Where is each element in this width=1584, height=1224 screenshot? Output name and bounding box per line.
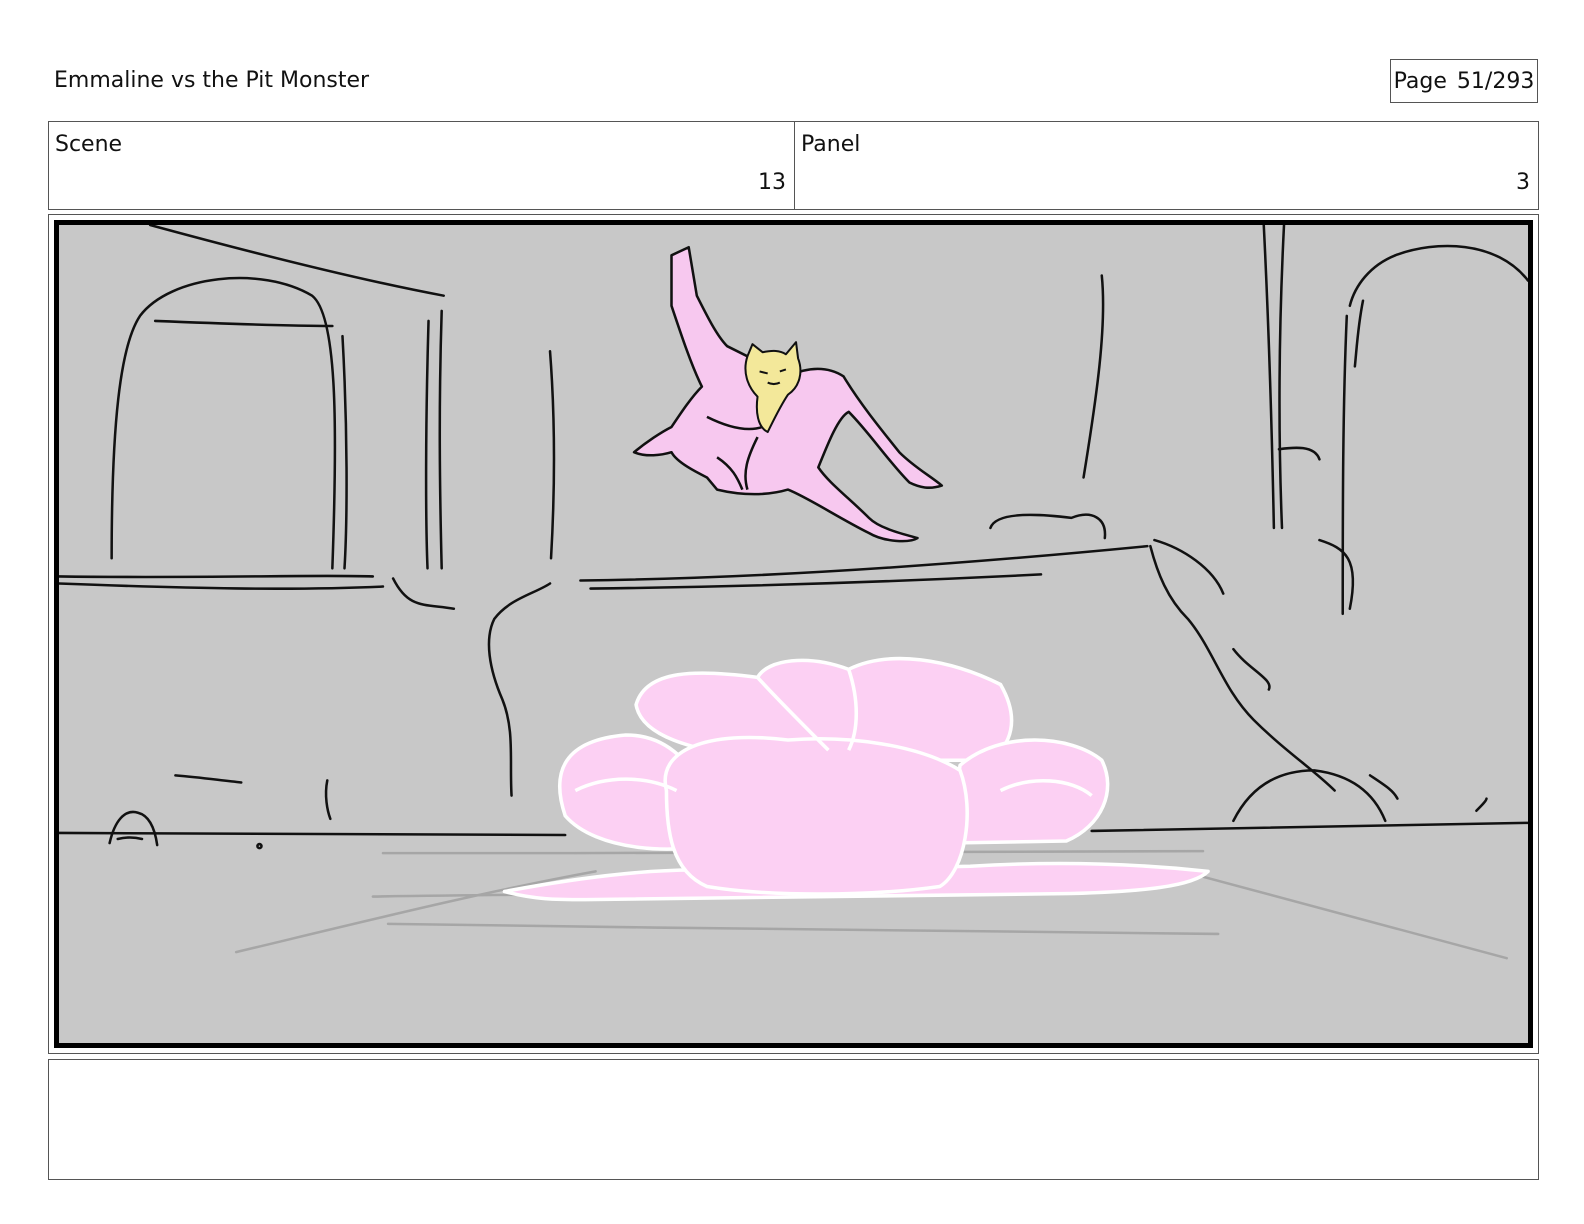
pink-bow-sketch	[502, 656, 1210, 902]
page-indicator: Page 51/293	[1390, 59, 1538, 103]
page-label: Page	[1393, 68, 1447, 94]
scene-number: 13	[758, 170, 786, 195]
panel-label: Panel	[801, 132, 861, 157]
sketch-artwork	[59, 225, 1528, 960]
panel-drawing	[54, 220, 1533, 1048]
scene-label: Scene	[55, 132, 123, 157]
panel-notes-box	[48, 1059, 1539, 1180]
scene-panel-info: Scene 13 Panel 3	[48, 121, 1539, 210]
scene-cell: Scene 13	[49, 122, 795, 209]
panel-number: 3	[1516, 170, 1530, 195]
panel-cell: Panel 3	[795, 122, 1538, 209]
storyboard-frame	[48, 214, 1539, 1054]
page-number: 51/293	[1456, 68, 1535, 94]
storyboard-title: Emmaline vs the Pit Monster	[54, 68, 370, 93]
